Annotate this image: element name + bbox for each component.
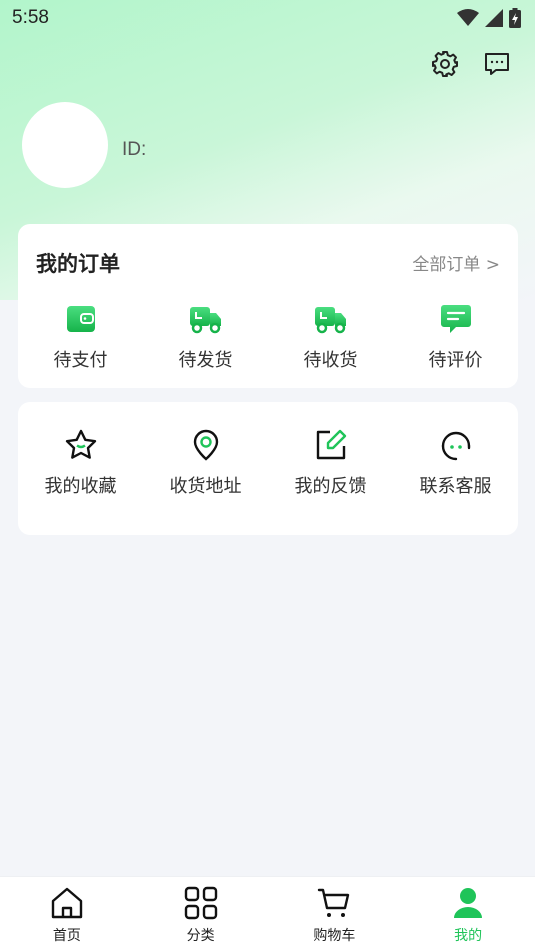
service-item-label: 我的反馈 (294, 476, 367, 497)
home-icon (49, 885, 85, 921)
orders-title: 我的订单 (36, 252, 120, 276)
services-grid: 我的收藏 收货地址 我的反馈 联系客服 (18, 428, 518, 498)
service-item-label: 联系客服 (419, 476, 492, 497)
order-item-label: 待评价 (428, 350, 483, 371)
order-pending-payment[interactable]: 待支付 (18, 302, 143, 372)
orders-card: 我的订单 全部订单 > 待支付 待发货 待收货 待评价 (18, 224, 518, 388)
my-feedback[interactable]: 我的反馈 (268, 428, 393, 498)
gear-icon (432, 51, 458, 77)
all-orders-link[interactable]: 全部订单 > (412, 250, 500, 275)
service-item-label: 我的收藏 (44, 476, 117, 497)
order-item-label: 待支付 (53, 350, 108, 371)
tab-home[interactable]: 首页 (0, 877, 134, 951)
user-icon (450, 885, 486, 921)
delivery-truck-icon (314, 302, 348, 336)
bottom-tab-bar: 首页 分类 购物车 我的 (0, 876, 535, 951)
message-icon (485, 53, 509, 75)
status-time: 5:58 (12, 7, 49, 28)
truck-icon (189, 302, 223, 336)
my-favorites[interactable]: 我的收藏 (18, 428, 143, 498)
tab-category[interactable]: 分类 (134, 877, 268, 951)
tab-label: 首页 (52, 928, 81, 944)
location-icon (189, 428, 223, 462)
order-pending-shipment[interactable]: 待发货 (143, 302, 268, 372)
services-card: 我的收藏 收货地址 我的反馈 联系客服 (18, 402, 518, 535)
order-item-label: 待发货 (178, 350, 233, 371)
tab-label: 我的 (454, 928, 483, 944)
tab-label: 购物车 (313, 928, 356, 944)
status-icons (457, 8, 521, 28)
edit-icon (314, 428, 348, 462)
battery-icon (509, 8, 521, 28)
service-item-label: 收货地址 (169, 476, 242, 497)
contact-support[interactable]: 联系客服 (393, 428, 518, 498)
order-pending-receipt[interactable]: 待收货 (268, 302, 393, 372)
grid-icon (183, 885, 219, 921)
orders-grid: 待支付 待发货 待收货 待评价 (18, 302, 518, 372)
wallet-icon (64, 302, 98, 336)
settings-button[interactable] (431, 50, 459, 78)
tab-cart[interactable]: 购物车 (268, 877, 402, 951)
wifi-icon (457, 9, 479, 26)
avatar[interactable] (22, 102, 108, 188)
tab-mine[interactable]: 我的 (401, 877, 535, 951)
review-icon (439, 302, 473, 336)
order-item-label: 待收货 (303, 350, 358, 371)
cart-icon (316, 885, 352, 921)
user-id-label: ID: (122, 139, 147, 160)
header-actions (431, 50, 511, 78)
messages-button[interactable] (483, 50, 511, 78)
signal-icon (485, 9, 503, 27)
shipping-address[interactable]: 收货地址 (143, 428, 268, 498)
tab-label: 分类 (186, 928, 215, 944)
headset-icon (439, 428, 473, 462)
star-icon (64, 428, 98, 462)
order-pending-review[interactable]: 待评价 (393, 302, 518, 372)
status-bar: 5:58 (0, 0, 535, 36)
